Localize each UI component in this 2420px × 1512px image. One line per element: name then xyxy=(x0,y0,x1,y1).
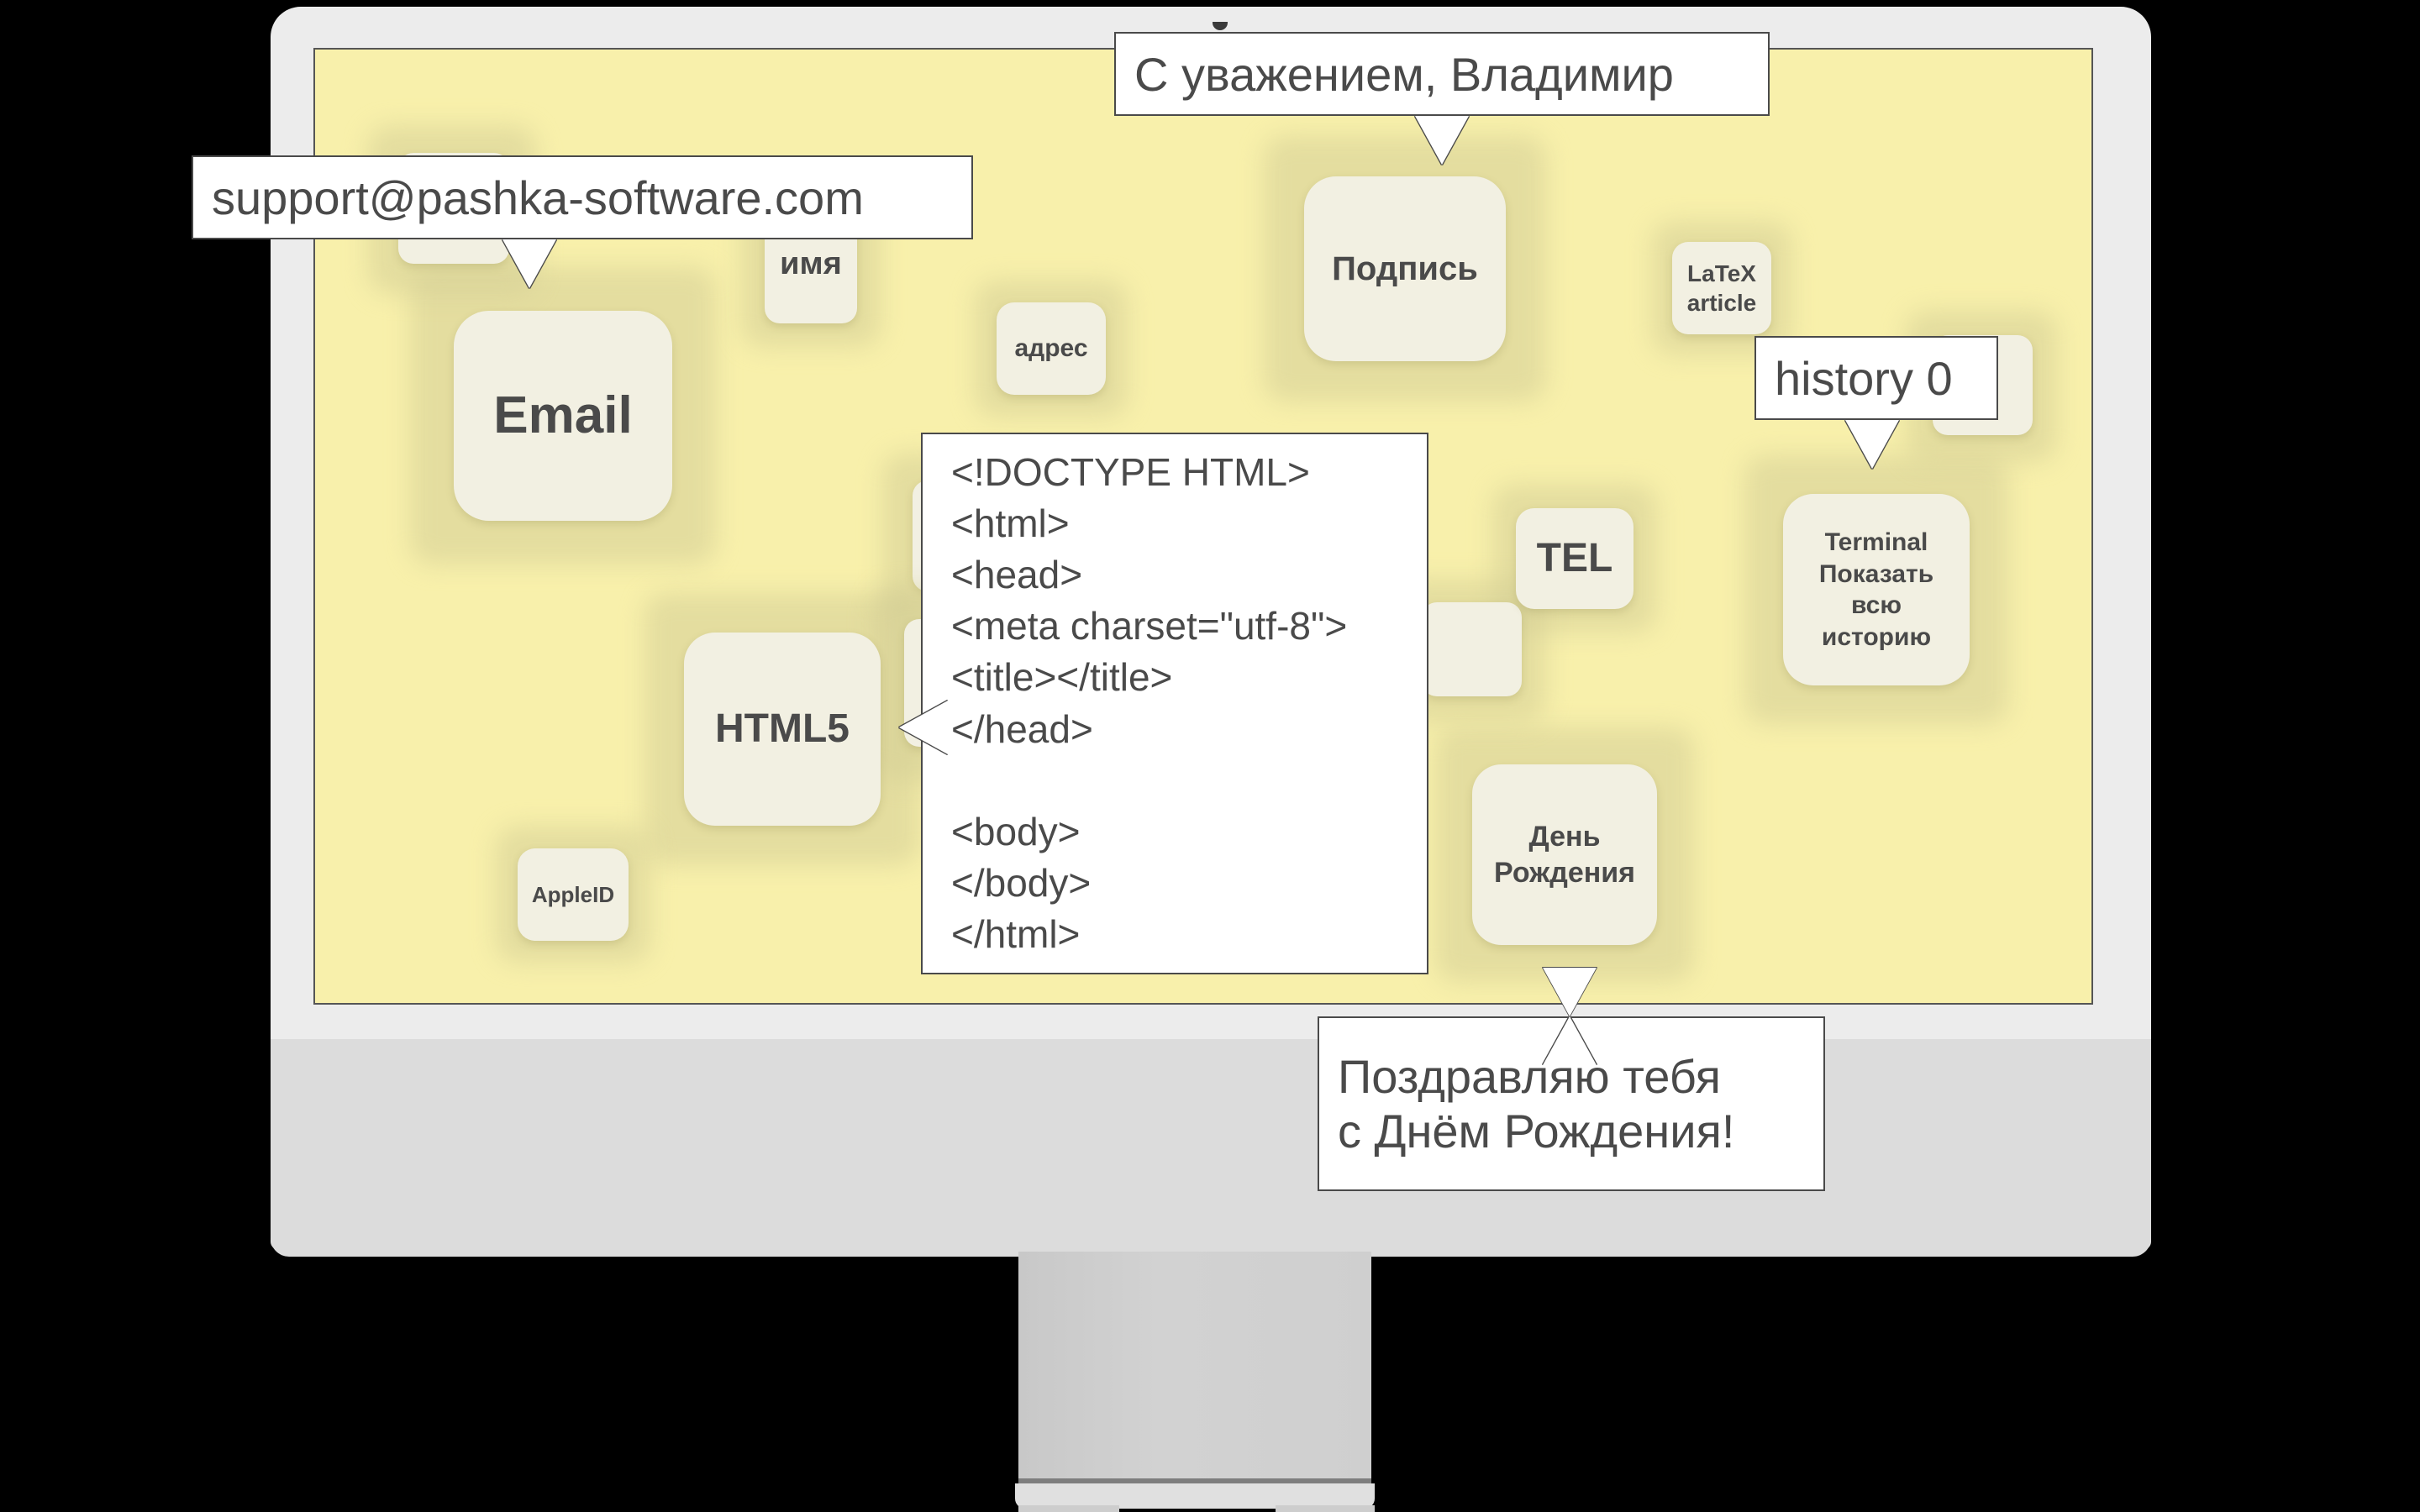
code-line: <!DOCTYPE HTML> xyxy=(951,449,1310,494)
history-callout[interactable]: history 0 xyxy=(1754,336,1998,420)
app-card-label: Email xyxy=(493,386,633,445)
app-card-html5[interactable]: HTML5 xyxy=(684,633,881,826)
callout-text: С уважением, Владимир xyxy=(1134,47,1674,101)
app-card-label: HTML5 xyxy=(715,706,850,751)
signature-callout[interactable]: С уважением, Владимир xyxy=(1114,32,1770,116)
code-line: </html> xyxy=(951,912,1081,957)
code-line: <html> xyxy=(951,501,1070,545)
monitor-stand-foot-left xyxy=(1018,1505,1119,1512)
app-card-birthday[interactable]: День Рождения xyxy=(1472,764,1657,945)
code-callout[interactable]: <!DOCTYPE HTML> <html> <head> <meta charset… xyxy=(921,433,1428,974)
monitor-stand-neck xyxy=(1018,1252,1371,1483)
hidden-app-card-face[interactable] xyxy=(1422,602,1523,697)
app-card-label: Terminal Показать всю историю xyxy=(1818,528,1934,651)
callout-text: Поздравляю тебя с Днём Рождения! xyxy=(1338,1050,1735,1158)
code-line: </body> xyxy=(951,861,1092,906)
app-card-email[interactable]: Email xyxy=(454,311,672,521)
monitor-chin xyxy=(271,1039,2151,1257)
app-card-label: День Рождения xyxy=(1493,821,1636,889)
monitor-stand-foot-right xyxy=(1276,1505,1375,1512)
app-card-label: LaTeX article xyxy=(1686,260,1757,316)
code-line: </head> xyxy=(951,706,1093,751)
app-card-label: имя xyxy=(780,246,842,282)
code-line: <title></title> xyxy=(951,655,1173,700)
email-callout[interactable]: support@pashka-software.com xyxy=(192,155,973,239)
callout-text: history 0 xyxy=(1775,351,1953,405)
code-line: <meta charset="utf-8"> xyxy=(951,604,1348,648)
app-card-label: адрес xyxy=(1014,334,1088,363)
app-card-label: AppleID xyxy=(531,881,615,907)
app-card-tel[interactable]: TEL xyxy=(1516,508,1634,609)
code-line: <body> xyxy=(951,809,1081,853)
app-card-latex[interactable]: LaTeX article xyxy=(1672,242,1771,334)
app-card-label: Подпись xyxy=(1332,250,1478,287)
app-card-label: TEL xyxy=(1536,536,1613,580)
code-line: <head> xyxy=(951,552,1083,596)
app-card-appleid[interactable]: AppleID xyxy=(518,848,629,941)
app-card-terminal[interactable]: Terminal Показать всю историю xyxy=(1783,494,1970,685)
app-card-signature[interactable]: Подпись xyxy=(1304,176,1506,361)
callout-text: support@pashka-software.com xyxy=(212,171,864,224)
webcam-icon xyxy=(1213,22,1228,30)
app-card-address[interactable]: адрес xyxy=(997,302,1106,395)
